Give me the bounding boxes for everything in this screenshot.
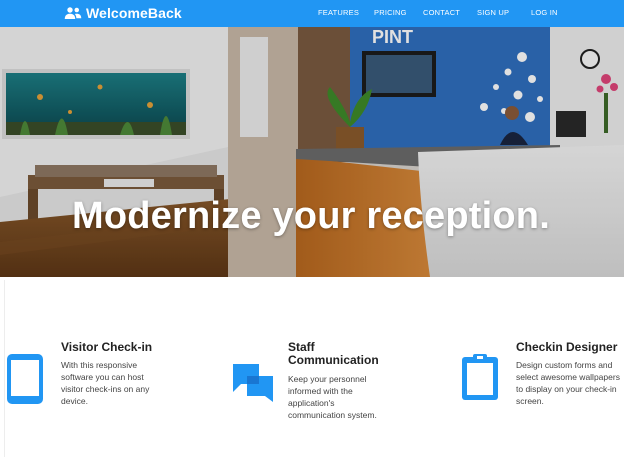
navbar: WelcomeBack FEATURES PRICING CONTACT SIG… [0, 0, 624, 27]
brand-logo[interactable]: WelcomeBack [64, 4, 182, 22]
people-icon [64, 7, 82, 19]
feature-title-checkin-designer: Checkin Designer [516, 340, 618, 354]
nav-pricing[interactable]: PRICING [374, 8, 407, 17]
feature-desc-staff-communication: Keep your personnel informed with the ap… [288, 374, 377, 420]
chat-icon [231, 362, 275, 409]
nav-log-in[interactable]: LOG IN [531, 8, 558, 17]
feature-title-staff-communication: Staff Communication [288, 340, 379, 367]
brand-name: WelcomeBack [86, 5, 182, 21]
nav-features[interactable]: FEATURES [318, 8, 359, 17]
nav-sign-up[interactable]: SIGN UP [477, 8, 509, 17]
divider [4, 280, 5, 457]
clipboard-icon [461, 353, 499, 406]
nav-contact[interactable]: CONTACT [423, 8, 460, 17]
hero-banner: PINT Modernize your reception. [0, 27, 624, 277]
hero-title: Modernize your reception. [72, 195, 550, 237]
tablet-icon [6, 353, 44, 410]
feature-desc-checkin-designer: Design custom forms and select awesome w… [516, 360, 620, 406]
feature-title-visitor-check-in: Visitor Check-in [61, 340, 153, 354]
hero-reception-photo: PINT [0, 27, 624, 277]
feature-desc-visitor-check-in: With this responsive software you can ho… [61, 360, 150, 406]
